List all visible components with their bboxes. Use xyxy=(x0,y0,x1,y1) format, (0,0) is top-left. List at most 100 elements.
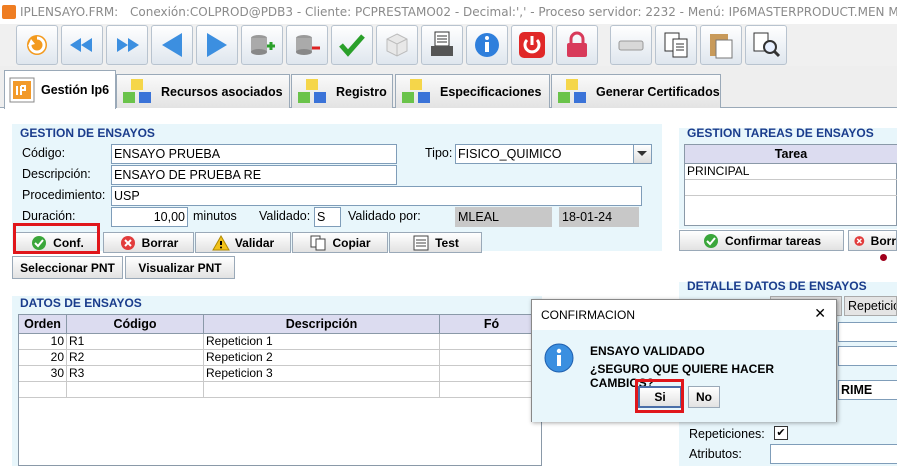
column-header-descripcion[interactable]: Descripción xyxy=(204,315,440,334)
cell-formula[interactable] xyxy=(440,350,543,366)
borrar-label: Borrar xyxy=(141,235,179,250)
descripcion-field[interactable]: ENSAYO DE PRUEBA RE xyxy=(111,165,397,185)
cube-button[interactable] xyxy=(376,25,418,65)
warning-icon xyxy=(211,234,230,250)
tab-label: Recursos asociados xyxy=(161,84,283,99)
power-button[interactable] xyxy=(511,25,553,65)
cell-formula[interactable] xyxy=(440,366,543,382)
cell-codigo[interactable]: R2 xyxy=(67,350,204,366)
test-button[interactable]: Test xyxy=(389,232,482,253)
confirmar-tareas-button[interactable]: Confirmar tareas xyxy=(679,230,844,251)
tab-generar-certificados[interactable]: Generar Certificados xyxy=(551,74,721,108)
borrar-tarea-button[interactable]: Borr xyxy=(848,230,897,251)
cell-codigo[interactable]: R3 xyxy=(67,366,204,382)
duracion-field[interactable]: 10,00 xyxy=(111,207,188,227)
datos-grid[interactable]: Orden Código Descripción Fó 10 R1 Repeti… xyxy=(18,314,543,466)
table-row[interactable]: PRINCIPAL xyxy=(685,164,897,180)
next-record-button[interactable] xyxy=(106,25,148,65)
add-record-button[interactable] xyxy=(241,25,283,65)
cell-formula[interactable] xyxy=(440,382,543,398)
cell-descripcion[interactable]: Repeticion 3 xyxy=(204,366,440,382)
cell-orden[interactable]: 20 xyxy=(19,350,67,366)
exit-button[interactable] xyxy=(16,25,58,65)
repeticiones-label: Repeticiones: xyxy=(689,427,765,441)
copy-icon xyxy=(664,32,688,58)
column-header-orden[interactable]: Orden xyxy=(19,315,67,334)
tab-label: Generar Certificados xyxy=(596,84,720,99)
borrar-button[interactable]: Borrar xyxy=(103,232,194,253)
detalle-field-prime[interactable]: RIME xyxy=(838,380,897,400)
codigo-field[interactable]: ENSAYO PRUEBA xyxy=(111,144,397,164)
cell-descripcion[interactable]: Repeticion 1 xyxy=(204,334,440,350)
detalle-field-1[interactable] xyxy=(838,322,897,342)
cell-descripcion[interactable] xyxy=(204,382,440,398)
visualizar-pnt-button[interactable]: Visualizar PNT xyxy=(125,256,235,279)
detalle-field-2[interactable] xyxy=(838,346,897,366)
last-record-button[interactable] xyxy=(196,25,238,65)
highlight-si xyxy=(635,379,684,413)
no-button[interactable]: No xyxy=(688,386,720,408)
delete-record-button[interactable] xyxy=(286,25,328,65)
procedimiento-field[interactable]: USP xyxy=(111,186,642,206)
copiar-label: Copiar xyxy=(332,235,371,250)
atributos-field[interactable] xyxy=(770,444,897,464)
table-row[interactable] xyxy=(685,180,897,196)
zoom-button[interactable] xyxy=(745,25,787,65)
chevron-down-icon xyxy=(637,151,647,156)
ip6-logo-icon xyxy=(9,77,35,103)
column-header-formula[interactable]: Fó xyxy=(440,315,543,334)
first-record-button[interactable] xyxy=(61,25,103,65)
confirmar-tareas-label: Confirmar tareas xyxy=(724,233,822,248)
tab-recursos-asociados[interactable]: Recursos asociados xyxy=(116,74,290,108)
validar-button[interactable]: Validar xyxy=(195,232,291,253)
cell-codigo[interactable] xyxy=(67,382,204,398)
dropdown-arrow[interactable] xyxy=(633,145,651,163)
close-icon[interactable]: ✕ xyxy=(814,306,826,322)
cell-orden[interactable] xyxy=(19,382,67,398)
descripcion-label: Descripción: xyxy=(22,167,91,181)
eraser-button[interactable] xyxy=(610,25,652,65)
cell-descripcion[interactable]: Repeticion 2 xyxy=(204,350,440,366)
dialog-body: ENSAYO VALIDADO ¿SEGURO QUE QUIERE HACER… xyxy=(532,330,836,422)
cell-formula[interactable] xyxy=(440,334,543,350)
tab-registro[interactable]: Registro xyxy=(291,74,393,108)
duracion-unit: minutos xyxy=(193,209,237,223)
codigo-label: Código: xyxy=(22,146,66,160)
validado-label: Validado: xyxy=(259,209,311,223)
first-icon xyxy=(70,38,92,52)
cell-orden[interactable]: 30 xyxy=(19,366,67,382)
copiar-button[interactable]: Copiar xyxy=(292,232,388,253)
tab-especificaciones[interactable]: Especificaciones xyxy=(395,74,550,108)
toolbar xyxy=(0,24,897,66)
print-icon xyxy=(431,31,453,56)
print-button[interactable] xyxy=(421,25,463,65)
tipo-select[interactable]: FISICO_QUIMICO xyxy=(455,144,652,164)
accept-button[interactable] xyxy=(331,25,373,65)
detalle-tab-repeticion[interactable]: Repeticion xyxy=(844,296,897,316)
lock-button[interactable] xyxy=(556,25,598,65)
tab-label: Registro xyxy=(336,84,387,99)
copy-button[interactable] xyxy=(655,25,697,65)
duracion-label: Duración: xyxy=(22,209,76,223)
cell-orden[interactable]: 10 xyxy=(19,334,67,350)
confirmation-dialog: CONFIRMACION ✕ ENSAYO VALIDADO ¿SEGURO Q… xyxy=(531,299,837,422)
tab-gestion-ip6[interactable]: Gestión Ip6 xyxy=(4,70,116,109)
lock-icon xyxy=(567,31,587,57)
tareas-grid[interactable]: Tarea PRINCIPAL xyxy=(684,144,897,226)
cell-codigo[interactable]: R1 xyxy=(67,334,204,350)
app-icon xyxy=(2,5,16,19)
window-title: IPLENSAYO.FRM: xyxy=(20,5,119,19)
seleccionar-pnt-button[interactable]: Seleccionar PNT xyxy=(12,256,123,279)
tipo-value: FISICO_QUIMICO xyxy=(458,147,562,161)
delete-record-icon xyxy=(296,35,320,55)
tab-label: Especificaciones xyxy=(440,84,542,99)
repeticiones-checkbox[interactable]: ✔ xyxy=(774,426,788,440)
column-header-codigo[interactable]: Código xyxy=(67,315,204,334)
validado-field[interactable]: S xyxy=(314,207,341,227)
info-button[interactable] xyxy=(466,25,508,65)
paste-button[interactable] xyxy=(700,25,742,65)
datos-ensayos-legend: DATOS DE ENSAYOS xyxy=(20,296,142,310)
prev-record-button[interactable] xyxy=(151,25,193,65)
validado-por-field: MLEAL xyxy=(455,207,552,227)
module-tabs: Gestión Ip6 Recursos asociados Registro … xyxy=(0,66,897,109)
